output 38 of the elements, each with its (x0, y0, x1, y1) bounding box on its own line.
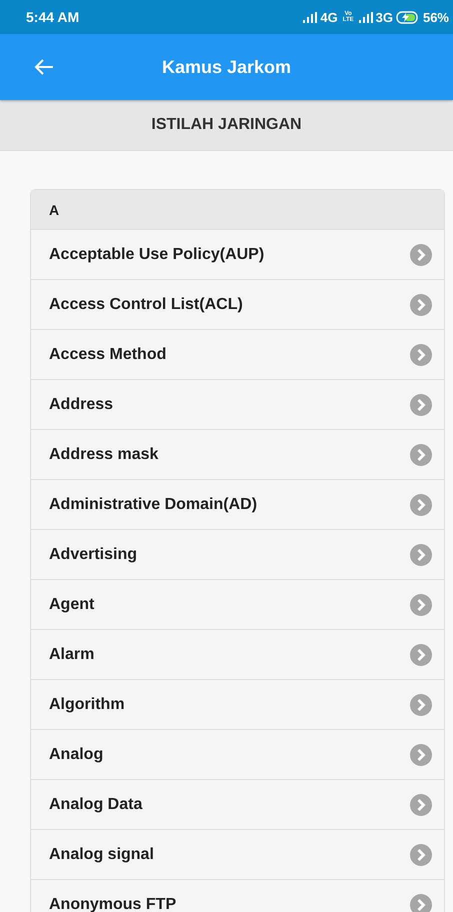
chevron-icon (410, 244, 432, 266)
chevron-icon (410, 694, 432, 716)
term-list-item[interactable]: Advertising (31, 530, 444, 580)
term-list-item[interactable]: Administrative Domain(AD) (31, 480, 444, 530)
chevron-icon (410, 744, 432, 766)
chevron-icon (410, 844, 432, 866)
term-list-item[interactable]: Analog Data (31, 780, 444, 830)
back-arrow-icon (34, 58, 54, 76)
battery-charging-icon (396, 10, 420, 24)
chevron-icon (410, 394, 432, 416)
letter-label: A (49, 202, 60, 218)
term-list-item[interactable]: Address mask (31, 430, 444, 480)
term-list-item[interactable]: Acceptable Use Policy(AUP) (31, 230, 444, 280)
term-list-item[interactable]: Address (31, 380, 444, 430)
network-type: 4G (320, 10, 338, 24)
chevron-icon (410, 294, 432, 316)
chevron-icon (410, 444, 432, 466)
app-title: Kamus Jarkom (160, 56, 292, 78)
term-list-item[interactable]: Alarm (31, 630, 444, 680)
term-list-item[interactable]: Access Control List(ACL) (31, 280, 444, 330)
chevron-icon (410, 644, 432, 666)
battery-percent: 56% (422, 10, 449, 24)
term-list-item[interactable]: Analog signal (31, 830, 444, 880)
term-list-item[interactable]: Agent (31, 580, 444, 630)
status-time: 5:44 AM (26, 9, 80, 25)
chevron-icon (410, 594, 432, 616)
term-list-item[interactable]: Analog (31, 730, 444, 780)
term-list-item[interactable]: Anonymous FTP (31, 880, 444, 912)
chevron-icon (410, 794, 432, 816)
signal-icon (358, 12, 373, 22)
chevron-icon (410, 544, 432, 566)
chevron-icon (410, 494, 432, 516)
signal-icon (303, 12, 318, 22)
network-type: 3G (376, 10, 393, 24)
term-list-item[interactable]: Algorithm (31, 680, 444, 730)
chevron-icon (410, 344, 432, 366)
term-list-item[interactable]: Access Method (31, 330, 444, 380)
header-title: ISTILAH JARINGAN (151, 116, 302, 134)
